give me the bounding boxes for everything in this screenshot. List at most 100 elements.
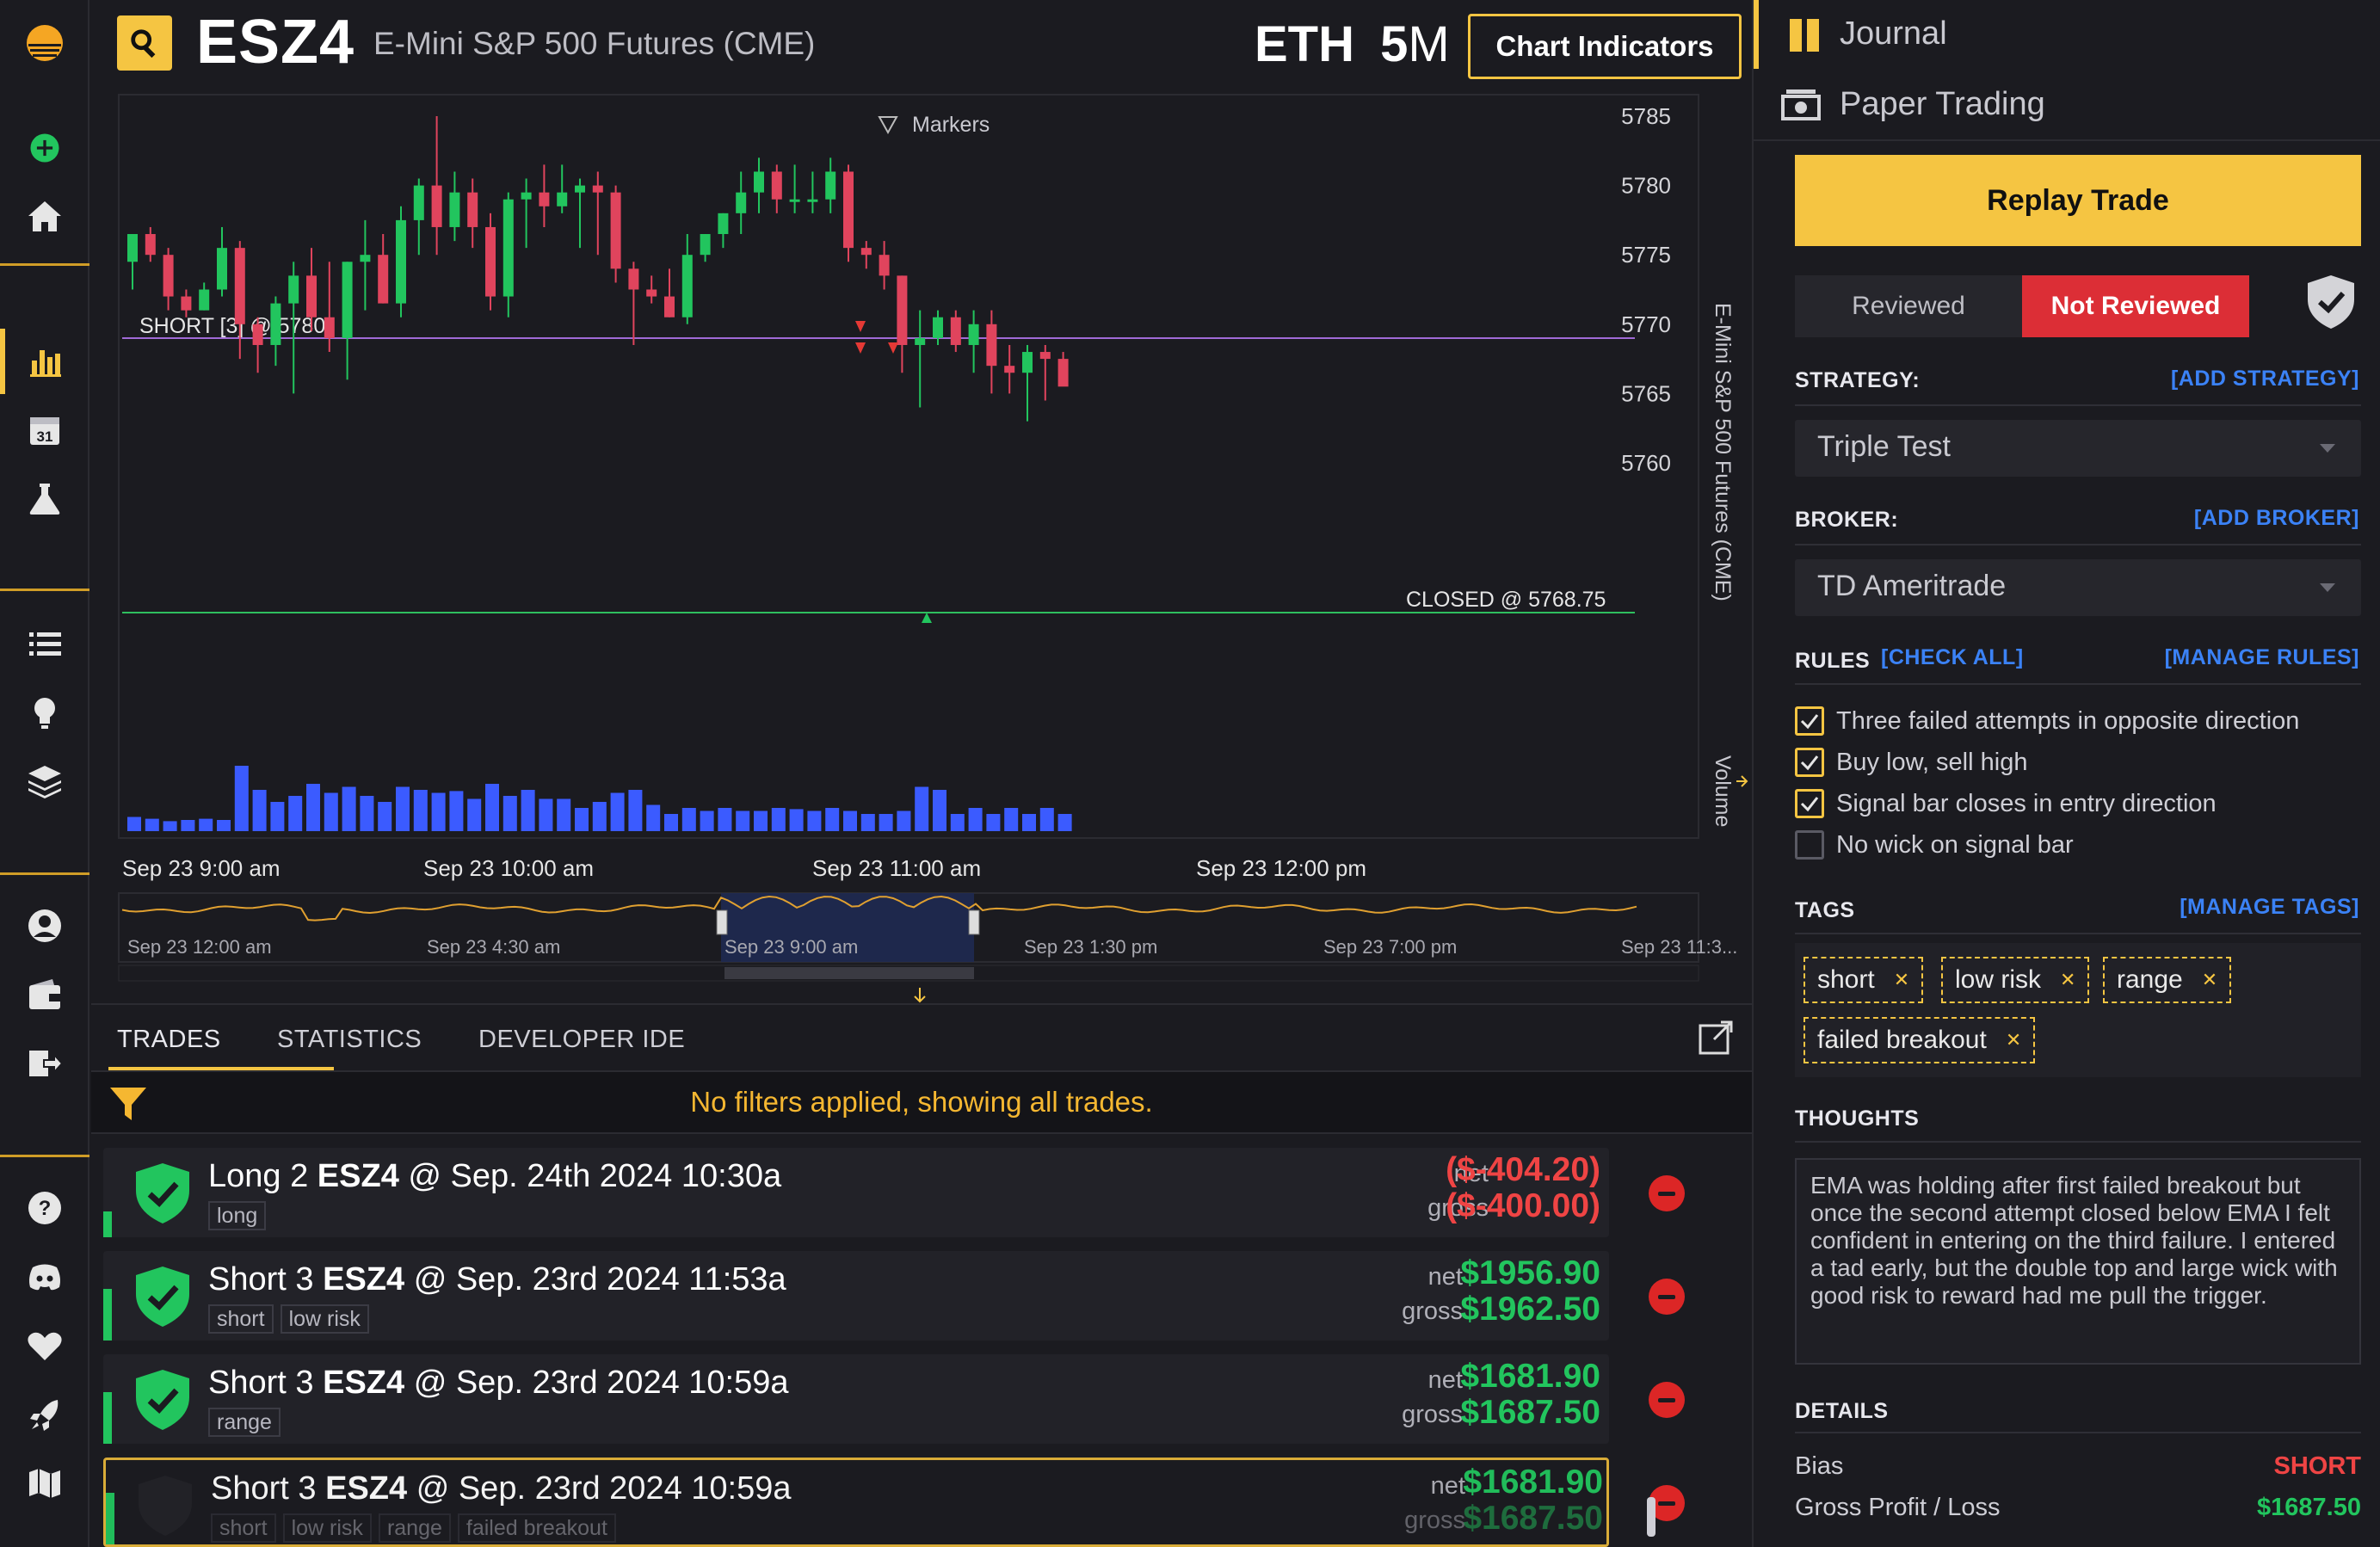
trade-tag[interactable]: low risk [282, 1513, 372, 1543]
candle-body[interactable] [503, 199, 514, 297]
trades-scrollbar[interactable] [1647, 1497, 1656, 1537]
broker-select[interactable]: TD Ameritrade [1795, 559, 2361, 616]
close-icon[interactable]: ✕ [1894, 969, 1909, 991]
help-icon[interactable]: ? [0, 1175, 89, 1241]
trade-row[interactable]: Short 3 ESZ4 @ Sep. 23rd 2024 11:53a sho… [103, 1251, 1609, 1341]
tag-chip[interactable]: short ✕ [1803, 957, 1924, 1003]
candle-body[interactable] [933, 317, 943, 338]
candle-body[interactable] [539, 192, 550, 206]
delete-trade-button[interactable] [1649, 1175, 1685, 1211]
candle-body[interactable] [986, 324, 997, 367]
check-all-link[interactable]: [CHECK ALL] [1881, 645, 2024, 670]
delete-trade-button[interactable] [1649, 1279, 1685, 1315]
trade-row[interactable]: Long 2 ESZ4 @ Sep. 24th 2024 10:30a long… [103, 1148, 1609, 1237]
candle-body[interactable] [1022, 352, 1033, 373]
trade-tag[interactable]: short [211, 1513, 276, 1543]
candle-body[interactable] [575, 185, 585, 193]
candle-body[interactable] [1004, 366, 1015, 373]
candle-body[interactable] [449, 192, 460, 227]
trade-row-selected[interactable]: Short 3 ESZ4 @ Sep. 23rd 2024 10:59a sho… [103, 1458, 1609, 1547]
checkbox-checked[interactable] [1795, 789, 1824, 818]
candle-body[interactable] [771, 171, 782, 200]
trade-tag[interactable]: long [208, 1201, 267, 1230]
paper-trading-row[interactable]: Paper Trading [1754, 72, 2380, 141]
add-strategy-link[interactable]: [ADD STRATEGY] [2171, 367, 2359, 391]
layers-icon[interactable] [0, 749, 89, 814]
checkbox-checked[interactable] [1795, 748, 1824, 777]
candle-body[interactable] [270, 303, 281, 345]
candle-body[interactable] [288, 275, 299, 304]
add-icon[interactable] [0, 115, 89, 181]
sell-marker[interactable] [855, 342, 866, 354]
tab-trades[interactable]: TRADES [117, 1026, 221, 1054]
candle-body[interactable] [646, 289, 657, 297]
candle-body[interactable] [252, 324, 263, 345]
chart-indicators-button[interactable]: Chart Indicators [1468, 14, 1742, 79]
not-reviewed-toggle[interactable]: Not Reviewed [2022, 275, 2249, 337]
trade-row[interactable]: Short 3 ESZ4 @ Sep. 23rd 2024 10:59a ran… [103, 1354, 1609, 1444]
discord-icon[interactable] [0, 1244, 89, 1310]
markers-toggle[interactable]: Markers [878, 113, 990, 137]
buy-marker[interactable] [922, 613, 932, 623]
heart-icon[interactable] [0, 1313, 89, 1378]
popout-icon[interactable] [1697, 1017, 1736, 1057]
candle-body[interactable] [342, 262, 353, 338]
candle-body[interactable] [396, 219, 406, 304]
candle-body[interactable] [825, 171, 836, 200]
candle-body[interactable] [628, 268, 639, 290]
candle-body[interactable] [915, 337, 926, 345]
tag-chip[interactable]: low risk ✕ [1941, 957, 2090, 1003]
candle-body[interactable] [879, 255, 890, 276]
tags-box[interactable]: short ✕ low risk ✕ range ✕ failed breakout ✕ [1795, 943, 2361, 1077]
candle-body[interactable] [360, 255, 371, 262]
candle-body[interactable] [181, 296, 192, 311]
candle-body[interactable] [736, 192, 747, 213]
trade-tag[interactable]: range [378, 1513, 451, 1543]
candle-body[interactable] [557, 192, 568, 206]
candle-body[interactable] [860, 248, 872, 256]
candle-body[interactable] [843, 171, 854, 249]
candle-body[interactable] [485, 226, 496, 297]
rule-item[interactable]: Buy low, sell high [1795, 745, 2027, 780]
tab-statistics[interactable]: STATISTICS [277, 1026, 422, 1054]
rule-item[interactable]: No wick on signal bar [1795, 828, 2074, 862]
manage-tags-link[interactable]: [MANAGE TAGS] [2180, 895, 2359, 920]
candle-body[interactable] [1057, 359, 1069, 387]
candle-body[interactable] [145, 234, 156, 256]
navigator-handle-left[interactable] [716, 909, 728, 935]
candle-body[interactable] [199, 289, 210, 311]
candle-body[interactable] [378, 255, 389, 304]
candle-body[interactable] [664, 296, 675, 317]
candle-body[interactable] [324, 317, 335, 338]
thoughts-textarea[interactable]: EMA was holding after first failed break… [1795, 1158, 2361, 1365]
session-timeframe[interactable]: ETH 5M [1255, 15, 1450, 73]
price-chart[interactable]: Markers 5785 5780 5775 5770 5765 5760 SHORT [… [100, 93, 1771, 983]
candle-body[interactable] [718, 213, 729, 235]
chart-bar-icon[interactable] [0, 329, 89, 394]
candle-body[interactable] [807, 199, 818, 202]
candle-body[interactable] [521, 192, 532, 200]
tag-chip[interactable]: failed breakout ✕ [1803, 1017, 2036, 1063]
strategy-select[interactable]: Triple Test [1795, 420, 2361, 477]
rule-item[interactable]: Signal bar closes in entry direction [1795, 786, 2217, 821]
delete-trade-button[interactable] [1649, 1382, 1685, 1418]
candle-body[interactable] [681, 255, 693, 317]
sell-marker[interactable] [888, 342, 898, 354]
replay-trade-button[interactable]: Replay Trade [1795, 155, 2361, 246]
close-icon[interactable]: ✕ [2202, 969, 2217, 991]
navigator-handle-right[interactable] [968, 909, 980, 935]
candle-body[interactable] [754, 171, 764, 193]
checkbox-unchecked[interactable] [1795, 830, 1824, 860]
candle-body[interactable] [217, 248, 227, 290]
checkbox-checked[interactable] [1795, 706, 1824, 736]
candle-body[interactable] [897, 275, 908, 345]
candle-body[interactable] [163, 255, 174, 297]
logo-icon[interactable] [0, 10, 89, 76]
flask-icon[interactable] [0, 466, 89, 532]
journal-row[interactable]: Journal [1754, 0, 2380, 69]
trade-tag[interactable]: low risk [280, 1304, 369, 1334]
rule-item[interactable]: Three failed attempts in opposite direct… [1795, 704, 2299, 738]
logout-icon[interactable] [0, 1031, 89, 1096]
candle-body[interactable] [700, 234, 711, 256]
tab-developer-ide[interactable]: DEVELOPER IDE [478, 1026, 685, 1054]
